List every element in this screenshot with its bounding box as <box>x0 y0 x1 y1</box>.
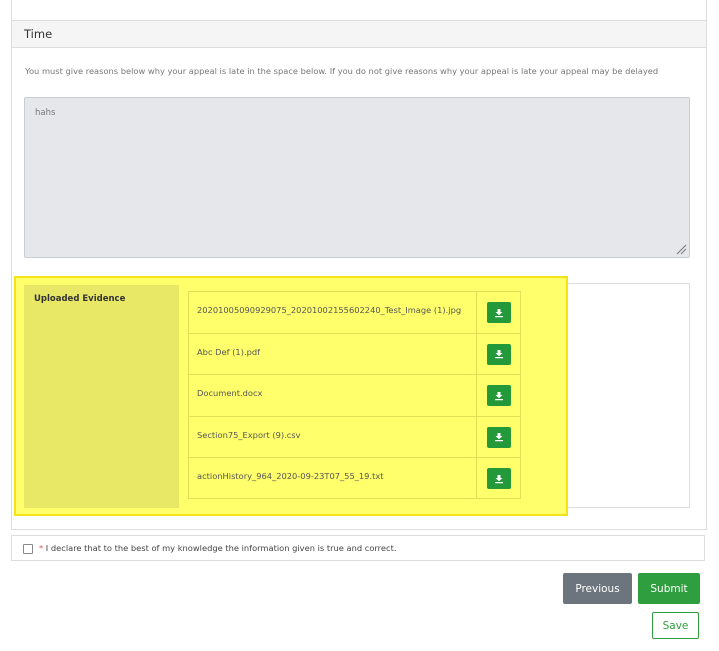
file-name[interactable]: Section75_Export (9).csv <box>197 430 301 440</box>
uploaded-files-table: 20201005090929075_20201002155602240_Test… <box>188 291 521 499</box>
cell-divider <box>476 416 477 458</box>
late-reason-value: hahs <box>35 108 56 118</box>
save-button[interactable]: Save <box>652 612 699 639</box>
file-name[interactable]: Document.docx <box>197 388 262 398</box>
file-name[interactable]: actionHistory_964_2020-09-23T07_55_19.tx… <box>197 471 384 481</box>
file-row: Section75_Export (9).csv <box>188 415 521 458</box>
download-button[interactable] <box>487 343 511 365</box>
late-appeal-instructions: You must give reasons below why your app… <box>25 66 659 76</box>
previous-button[interactable]: Previous <box>563 573 632 604</box>
section-title: Time <box>24 27 53 41</box>
file-row: Abc Def (1).pdf <box>188 332 521 375</box>
file-row: actionHistory_964_2020-09-23T07_55_19.tx… <box>188 457 521 499</box>
declaration-label: * I declare that to the best of my knowl… <box>39 543 396 553</box>
declaration-checkbox[interactable] <box>23 544 33 554</box>
download-button[interactable] <box>487 302 511 323</box>
file-row: Document.docx <box>188 374 521 416</box>
evidence-label-cell: Uploaded Evidence <box>24 285 179 508</box>
late-reason-textarea[interactable]: hahs <box>24 97 690 258</box>
download-icon <box>495 391 503 400</box>
cell-divider <box>476 458 477 498</box>
evidence-label: Uploaded Evidence <box>34 294 126 304</box>
file-name[interactable]: 20201005090929075_20201002155602240_Test… <box>197 305 461 315</box>
download-icon <box>495 474 503 484</box>
cell-divider <box>476 292 477 333</box>
file-name[interactable]: Abc Def (1).pdf <box>197 347 260 357</box>
download-button[interactable] <box>487 426 511 448</box>
download-icon <box>495 308 503 317</box>
download-button[interactable] <box>487 468 511 490</box>
download-icon <box>495 433 503 442</box>
cell-divider <box>476 333 477 375</box>
resize-grip-icon[interactable] <box>675 243 687 255</box>
section-header: Time <box>11 20 707 48</box>
cell-divider <box>476 375 477 416</box>
download-icon <box>495 350 503 359</box>
declaration-text: I declare that to the best of my knowled… <box>45 543 397 553</box>
download-button[interactable] <box>487 385 511 407</box>
file-row: 20201005090929075_20201002155602240_Test… <box>188 291 521 333</box>
submit-button[interactable]: Submit <box>638 573 700 604</box>
declaration-row: * I declare that to the best of my knowl… <box>11 535 705 561</box>
required-marker: * <box>39 543 44 553</box>
